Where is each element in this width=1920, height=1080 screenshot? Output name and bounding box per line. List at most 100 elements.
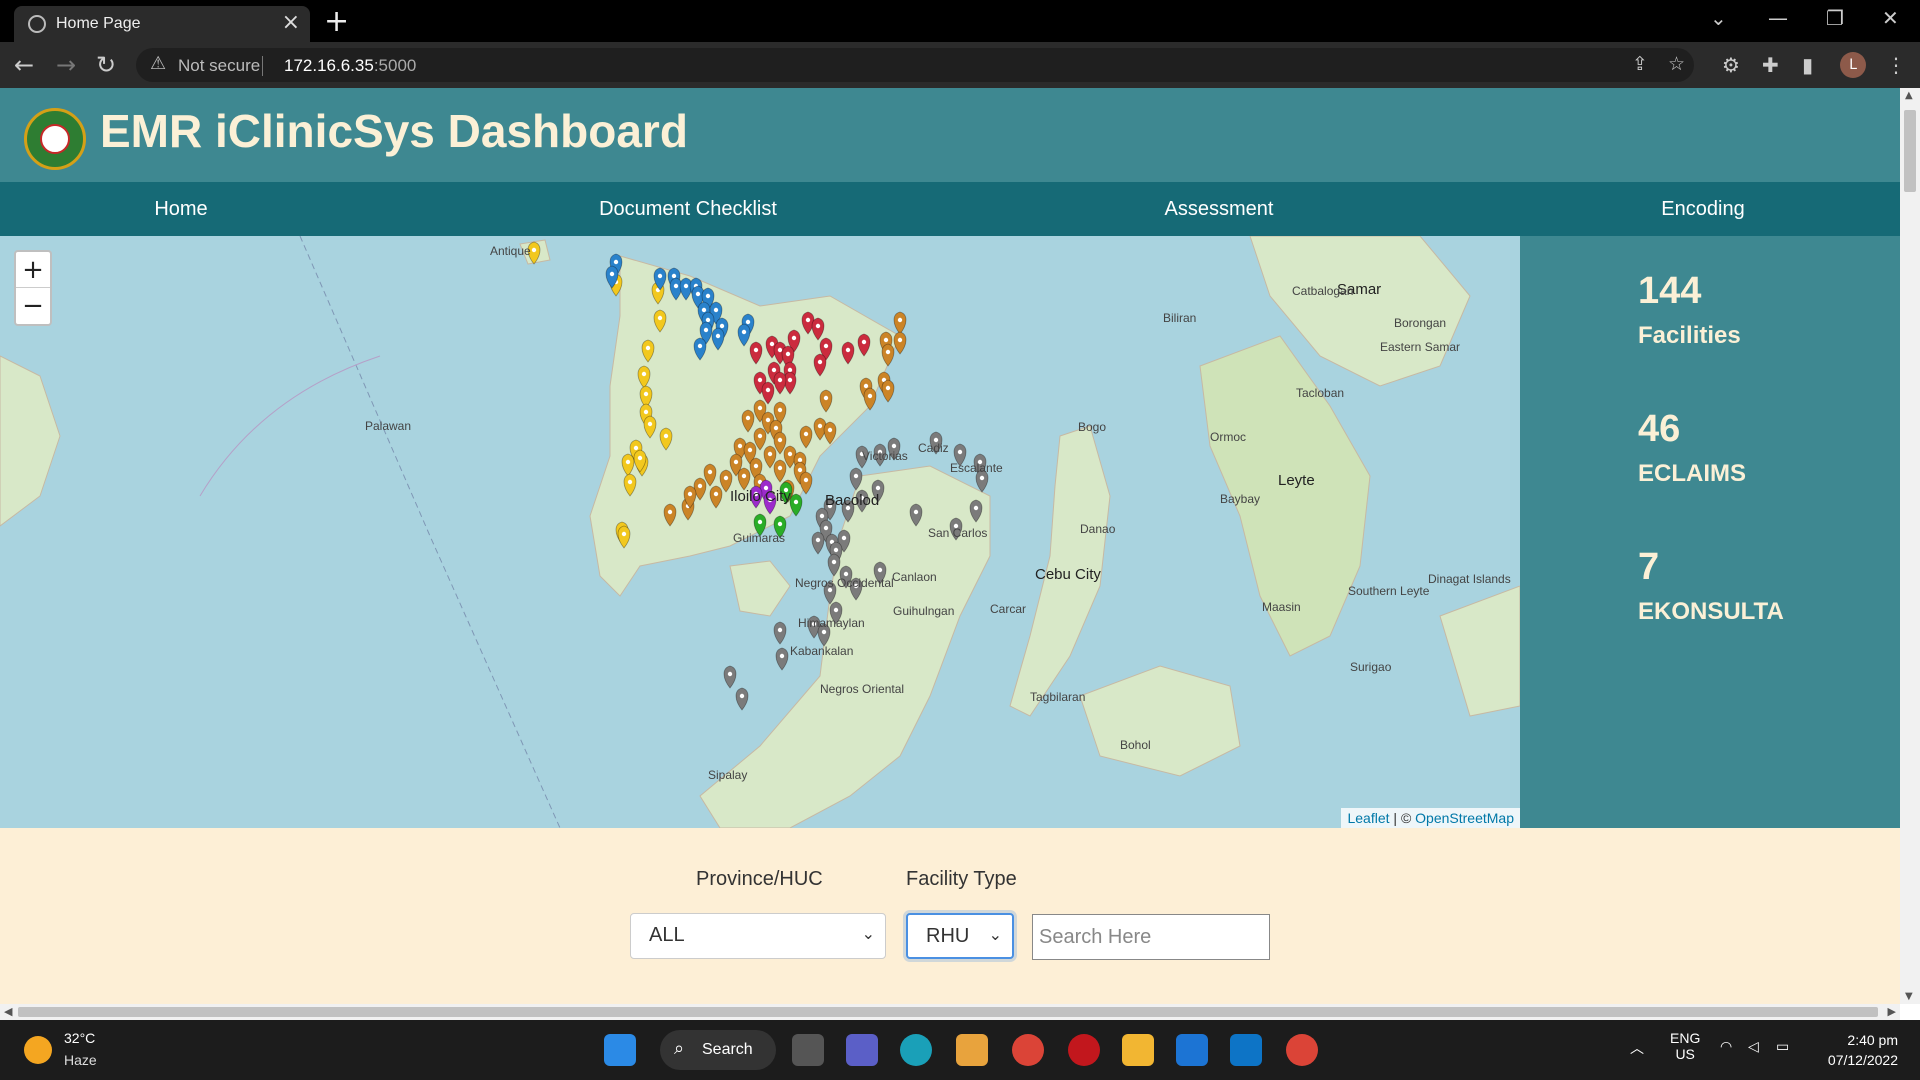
vertical-scrollbar[interactable]: ▲ ▼ bbox=[1900, 88, 1920, 1004]
chevron-down-icon: ⌄ bbox=[861, 926, 875, 943]
facility-marker-dot bbox=[741, 473, 747, 479]
side-panel-icon[interactable]: ▮ bbox=[1802, 53, 1813, 77]
map-label-negros-oriental: Negros Oriental bbox=[820, 682, 905, 696]
window-close-icon[interactable]: ✕ bbox=[1882, 6, 1899, 30]
bookmark-star-icon[interactable]: ☆ bbox=[1668, 53, 1685, 75]
map-label-tacloban: Tacloban bbox=[1296, 386, 1345, 400]
facility-marker[interactable] bbox=[881, 379, 895, 403]
extensions-puzzle-icon[interactable]: ✚ bbox=[1762, 53, 1779, 77]
teams-chat-icon[interactable] bbox=[846, 1034, 878, 1066]
facility-marker-dot bbox=[823, 395, 829, 401]
facility-marker-dot bbox=[897, 317, 903, 323]
facility-marker-dot bbox=[695, 291, 701, 297]
chevron-down-icon: ⌄ bbox=[988, 927, 1002, 944]
not-secure-label: Not secure bbox=[178, 56, 261, 75]
new-tab-icon[interactable]: + bbox=[324, 4, 349, 39]
map-label-carcar: Carcar bbox=[990, 602, 1027, 616]
facility-type-select[interactable]: RHU ⌄ bbox=[906, 913, 1014, 959]
map-label-escalante: Escalante bbox=[950, 461, 1003, 475]
mail-icon[interactable] bbox=[1176, 1034, 1208, 1066]
tab-search-icon[interactable]: ⌄ bbox=[1710, 6, 1727, 30]
scroll-left-icon[interactable]: ◀ bbox=[4, 1005, 12, 1018]
opera-icon[interactable] bbox=[1068, 1034, 1100, 1066]
edge-browser-icon[interactable] bbox=[900, 1034, 932, 1066]
facility-marker[interactable] bbox=[773, 621, 787, 645]
reload-icon[interactable]: ↻ bbox=[96, 51, 116, 79]
share-icon[interactable]: ⇪ bbox=[1632, 53, 1648, 75]
facility-marker-dot bbox=[727, 671, 733, 677]
facility-marker-dot bbox=[705, 293, 711, 299]
task-view-icon[interactable] bbox=[792, 1034, 824, 1066]
profile-avatar[interactable]: L bbox=[1840, 52, 1866, 78]
facility-marker-dot bbox=[819, 513, 825, 519]
vscode-icon[interactable] bbox=[1230, 1034, 1262, 1066]
menu-kebab-icon[interactable]: ⋮ bbox=[1886, 53, 1906, 77]
facility-marker-dot bbox=[697, 483, 703, 489]
url-text[interactable]: 172.16.6.35:5000 bbox=[284, 56, 416, 76]
facility-marker[interactable] bbox=[893, 331, 907, 355]
horizontal-scrollbar[interactable]: ◀ ▶ bbox=[0, 1004, 1900, 1020]
weather-condition[interactable]: Haze bbox=[64, 1052, 97, 1068]
facility-marker[interactable] bbox=[735, 687, 749, 711]
tray-overflow-icon[interactable]: ︿ bbox=[1630, 1038, 1644, 1058]
facility-map[interactable]: Antique Palawan Iloilo City Bacolod Guim… bbox=[0, 236, 1520, 828]
wifi-icon[interactable]: ◠ bbox=[1720, 1038, 1732, 1055]
ekonsulta-label: EKONSULTA bbox=[1638, 598, 1784, 625]
map-label-surigao: Surigao bbox=[1350, 660, 1392, 674]
zoom-out-button[interactable]: − bbox=[16, 288, 50, 324]
input-language[interactable]: ENG US bbox=[1670, 1030, 1700, 1062]
restore-icon[interactable]: ❐ bbox=[1826, 6, 1844, 30]
minimize-icon[interactable]: — bbox=[1768, 6, 1788, 30]
horizontal-scroll-thumb[interactable] bbox=[18, 1007, 1878, 1017]
facility-marker-dot bbox=[671, 273, 677, 279]
nav-home[interactable]: Home bbox=[154, 198, 207, 221]
facility-marker[interactable] bbox=[775, 647, 789, 671]
forward-icon[interactable]: → bbox=[56, 51, 76, 79]
facility-marker-dot bbox=[713, 307, 719, 313]
nav-document-checklist[interactable]: Document Checklist bbox=[599, 198, 777, 221]
weather-haze-icon[interactable] bbox=[24, 1036, 52, 1064]
facility-marker-dot bbox=[643, 409, 649, 415]
battery-icon[interactable]: ▭ bbox=[1776, 1038, 1789, 1055]
map-label-bacolod: Bacolod bbox=[825, 492, 880, 509]
facility-marker[interactable] bbox=[723, 665, 737, 689]
url-host: 172.16.6.35 bbox=[284, 56, 374, 75]
chrome-active-icon[interactable] bbox=[1286, 1034, 1318, 1066]
facility-marker-dot bbox=[815, 323, 821, 329]
nav-encoding[interactable]: Encoding bbox=[1661, 198, 1744, 221]
facility-marker-dot bbox=[715, 333, 721, 339]
facility-marker[interactable] bbox=[811, 531, 825, 555]
facility-marker-dot bbox=[609, 271, 615, 277]
extension-gear-icon[interactable]: ⚙ bbox=[1722, 53, 1740, 77]
facility-marker-dot bbox=[803, 431, 809, 437]
nav-assessment[interactable]: Assessment bbox=[1165, 198, 1274, 221]
province-select[interactable]: ALL ⌄ bbox=[630, 913, 886, 959]
chrome-icon[interactable] bbox=[1012, 1034, 1044, 1066]
map-label-guihulngan: Guihulngan bbox=[893, 604, 955, 618]
facility-marker-dot bbox=[707, 469, 713, 475]
back-icon[interactable]: ← bbox=[14, 51, 34, 79]
volume-icon[interactable]: ◁ bbox=[1748, 1038, 1759, 1055]
url-port: :5000 bbox=[373, 56, 417, 75]
scroll-down-icon[interactable]: ▼ bbox=[1905, 991, 1913, 1002]
taskbar-search-button[interactable]: ⌕ Search bbox=[660, 1030, 776, 1070]
weather-temperature[interactable]: 32°C bbox=[64, 1030, 95, 1046]
address-bar[interactable]: ⚠ Not secure 172.16.6.35:5000 ⇪ ☆ bbox=[136, 48, 1694, 82]
search-input[interactable] bbox=[1032, 914, 1270, 960]
scroll-up-icon[interactable]: ▲ bbox=[1905, 90, 1913, 101]
taskbar-clock[interactable]: 2:40 pm 07/12/2022 bbox=[1828, 1030, 1898, 1070]
zoom-in-button[interactable]: + bbox=[16, 252, 50, 288]
vertical-scroll-thumb[interactable] bbox=[1904, 110, 1916, 192]
file-explorer-icon[interactable] bbox=[1122, 1034, 1154, 1066]
osm-link[interactable]: OpenStreetMap bbox=[1415, 810, 1514, 826]
facility-marker-dot bbox=[777, 465, 783, 471]
windows-start-icon[interactable] bbox=[604, 1034, 636, 1066]
app-pencil-icon[interactable] bbox=[956, 1034, 988, 1066]
facility-marker[interactable] bbox=[893, 311, 907, 335]
province-label: Province/HUC bbox=[696, 868, 823, 890]
close-tab-icon[interactable]: × bbox=[282, 10, 300, 35]
scroll-right-icon[interactable]: ▶ bbox=[1888, 1005, 1896, 1018]
facility-marker-dot bbox=[791, 335, 797, 341]
browser-tab[interactable]: Home Page × bbox=[14, 6, 310, 42]
leaflet-link[interactable]: Leaflet bbox=[1347, 810, 1389, 826]
